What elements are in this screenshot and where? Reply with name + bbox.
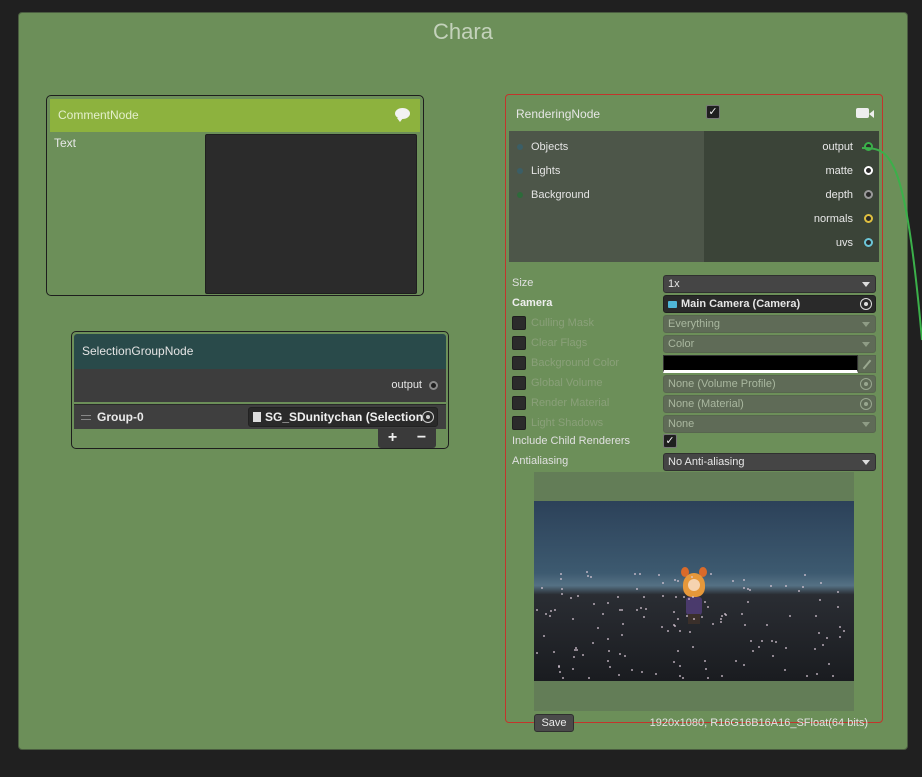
output-edge-line [861,147,922,341]
graph-canvas[interactable]: Chara CommentNode Text SelectionGroupNod… [0,0,922,777]
connection-edge [861,147,922,341]
